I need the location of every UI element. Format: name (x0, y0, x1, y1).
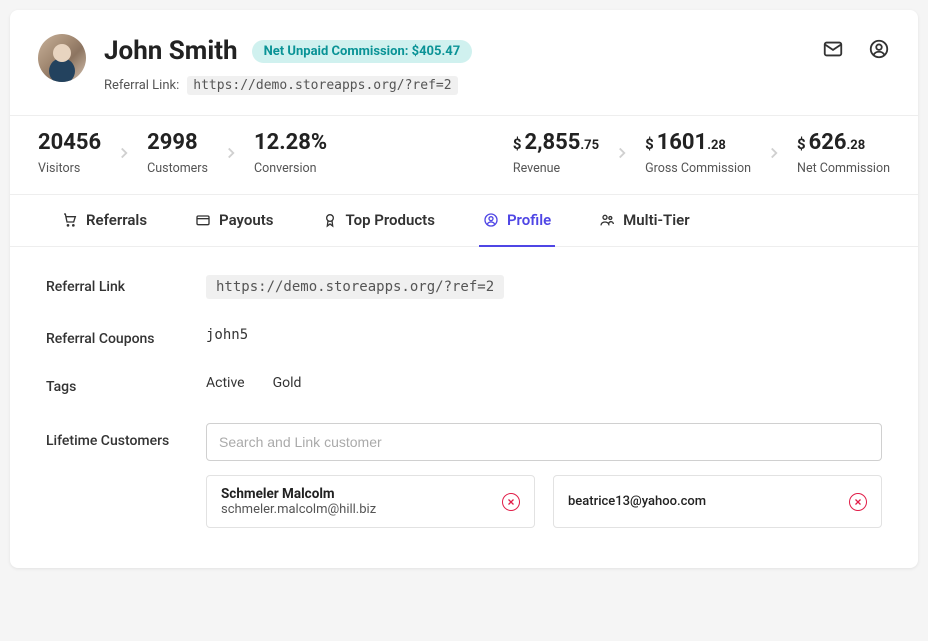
stat-customers: 2998 Customers (147, 130, 208, 176)
header-main: John Smith Net Unpaid Commission: $405.4… (104, 34, 822, 95)
avatar (38, 34, 86, 82)
remove-customer-button[interactable] (849, 493, 867, 511)
tab-payouts[interactable]: Payouts (191, 195, 277, 247)
close-icon (853, 497, 863, 507)
tags-list: Active Gold (206, 375, 882, 391)
close-icon (506, 497, 516, 507)
affiliate-name: John Smith (104, 36, 238, 66)
users-icon (599, 212, 615, 228)
tab-multi-tier[interactable]: Multi-Tier (595, 195, 693, 247)
stat-net-commission: $626.28 Net Commission (797, 130, 890, 176)
unpaid-badge: Net Unpaid Commission: $405.47 (252, 40, 473, 63)
tag-item[interactable]: Gold (273, 375, 302, 391)
customer-card: beatrice13@yahoo.com (553, 475, 882, 528)
remove-customer-button[interactable] (502, 493, 520, 511)
award-icon (322, 212, 338, 228)
stat-conversion: 12.28% Conversion (254, 130, 327, 176)
tabs: Referrals Payouts Top Products Profile M… (10, 195, 918, 247)
customer-email: schmeler.malcolm@hill.biz (221, 502, 376, 517)
chevron-right-icon (765, 144, 783, 162)
referral-link-label: Referral Link: (104, 78, 179, 93)
stat-visitors: 20456 Visitors (38, 130, 101, 176)
card-icon (195, 212, 211, 228)
referral-link-value[interactable]: https://demo.storeapps.org/?ref=2 (187, 76, 457, 95)
stat-gross-commission: $1601.28 Gross Commission (645, 130, 751, 176)
coupon-value: john5 (206, 327, 248, 343)
tab-profile[interactable]: Profile (479, 195, 555, 247)
cart-icon (62, 212, 78, 228)
profile-section: Referral Link https://demo.storeapps.org… (10, 247, 918, 568)
header: John Smith Net Unpaid Commission: $405.4… (10, 10, 918, 115)
tab-top-products[interactable]: Top Products (318, 195, 439, 247)
tab-referrals[interactable]: Referrals (58, 195, 151, 247)
stat-revenue: $2,855.75 Revenue (513, 130, 599, 176)
user-icon[interactable] (868, 38, 890, 60)
affiliate-card: John Smith Net Unpaid Commission: $405.4… (10, 10, 918, 568)
stats-bar: 20456 Visitors 2998 Customers 12.28% Con… (10, 115, 918, 195)
referral-link-code[interactable]: https://demo.storeapps.org/?ref=2 (206, 275, 504, 299)
tags-key: Tags (46, 375, 206, 395)
customer-email: beatrice13@yahoo.com (568, 494, 706, 509)
customer-name: Schmeler Malcolm (221, 486, 376, 502)
chevron-right-icon (613, 144, 631, 162)
customer-card: Schmeler Malcolm schmeler.malcolm@hill.b… (206, 475, 535, 528)
coupons-key: Referral Coupons (46, 327, 206, 347)
customer-search-input[interactable] (206, 423, 882, 461)
chevron-right-icon (115, 144, 133, 162)
referral-link-key: Referral Link (46, 275, 206, 295)
tag-item[interactable]: Active (206, 375, 245, 391)
profile-icon (483, 212, 499, 228)
chevron-right-icon (222, 144, 240, 162)
lifetime-key: Lifetime Customers (46, 423, 206, 449)
mail-icon[interactable] (822, 38, 844, 60)
